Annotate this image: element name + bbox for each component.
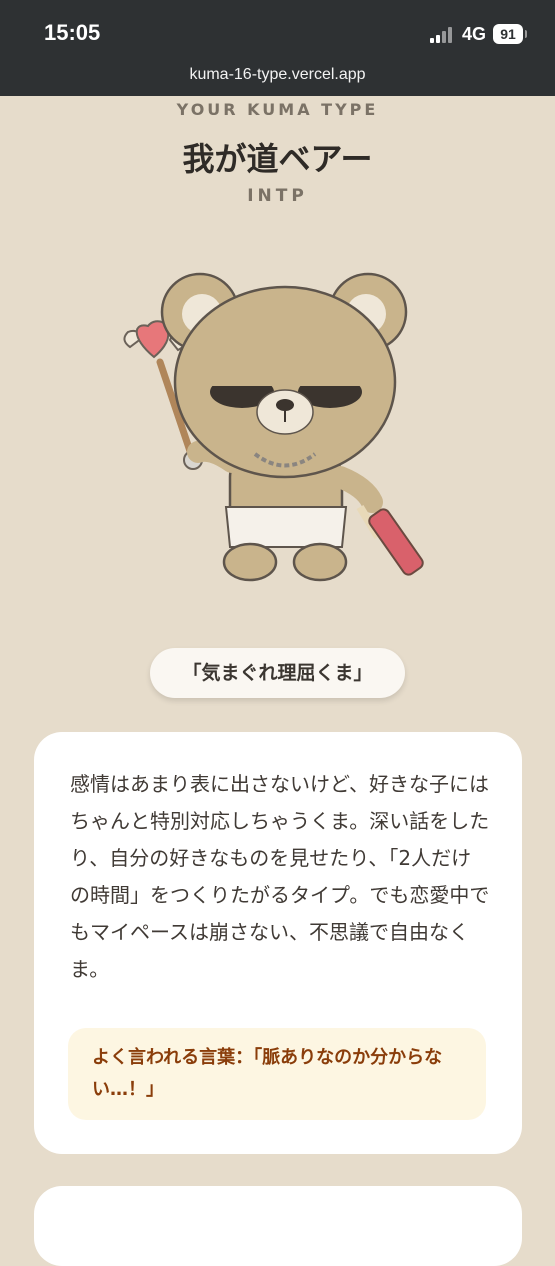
signal-icon <box>430 27 456 43</box>
type-code: INTP <box>247 186 308 206</box>
address-bar[interactable]: kuma-16-type.vercel.app <box>0 66 555 84</box>
quote-text: よく言われる言葉：「脈ありなのか分からない…！」 <box>92 1047 443 1100</box>
clock: 15:05 <box>44 20 101 45</box>
page-title: 我が道ベアー <box>182 140 373 178</box>
bear-illustration <box>123 272 424 582</box>
description-card: 感情はあまり表に出さないけど、好きな子にはちゃんと特別対応しちゃうくま。深い話を… <box>34 732 522 1154</box>
network-type: 4G <box>462 24 487 44</box>
nickname-badge: 「気まぐれ理屈くま」 <box>150 648 405 698</box>
battery-icon: 91 <box>493 24 527 44</box>
description-text: 感情はあまり表に出さないけど、好きな子にはちゃんと特別対応しちゃうくま。深い話を… <box>70 772 490 981</box>
status-bar: 15:05 4G 91 kuma-16-type.vercel.app <box>0 0 555 96</box>
quote-box: よく言われる言葉：「脈ありなのか分からない…！」 <box>68 1028 486 1120</box>
next-card <box>34 1186 522 1266</box>
result-eyebrow: YOUR KUMA TYPE <box>176 100 379 119</box>
